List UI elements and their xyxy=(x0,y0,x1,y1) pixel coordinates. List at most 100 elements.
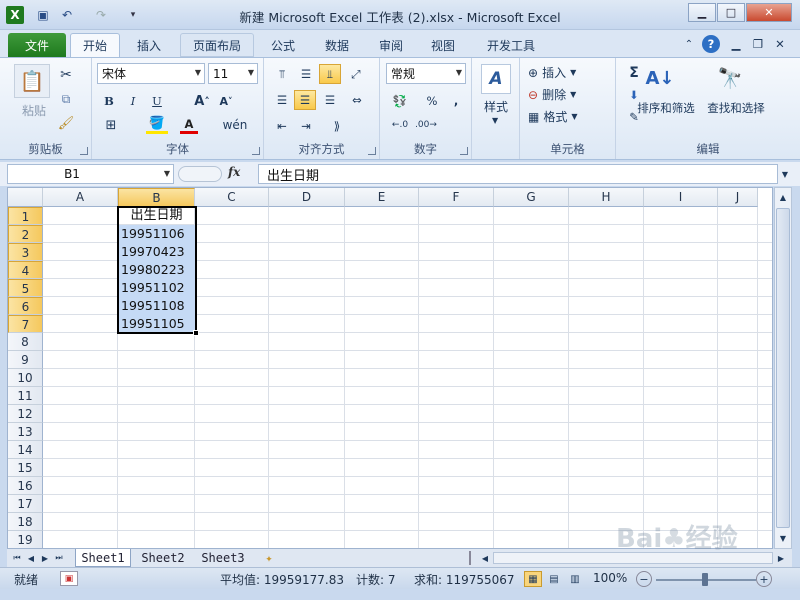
insert-function-icon[interactable]: fx xyxy=(228,165,256,183)
row-header-13[interactable]: 13 xyxy=(8,423,43,441)
close-button[interactable]: ✕ xyxy=(746,3,792,22)
italic-button[interactable]: I xyxy=(124,92,142,110)
prev-sheet-icon[interactable]: ◀ xyxy=(25,551,37,565)
font-color-icon[interactable]: A xyxy=(180,116,198,134)
row-header-19[interactable]: 19 xyxy=(8,531,43,548)
tab-formulas[interactable]: 公式 xyxy=(260,33,306,57)
column-header-F[interactable]: F xyxy=(419,188,494,207)
sort-filter-button[interactable]: 排序和筛选 xyxy=(626,100,706,116)
column-header-J[interactable]: J xyxy=(718,188,758,207)
column-header-I[interactable]: I xyxy=(644,188,718,207)
autosum-icon[interactable]: Σ xyxy=(622,64,646,82)
align-center-icon[interactable]: ☰ xyxy=(294,90,316,110)
row-header-7[interactable]: 7 xyxy=(8,315,43,333)
zoom-out-icon[interactable]: − xyxy=(636,571,652,587)
clipboard-launcher-icon[interactable] xyxy=(80,147,88,155)
cell-B4[interactable]: 19980223 xyxy=(121,261,185,279)
align-right-icon[interactable]: ☰ xyxy=(320,90,340,110)
merge-center-icon[interactable]: ⇔ xyxy=(346,90,368,110)
alignment-launcher-icon[interactable] xyxy=(368,147,376,155)
paste-button-label[interactable]: 粘贴 xyxy=(14,102,54,119)
delete-cells-button[interactable]: ⊖ 删除 ▼ xyxy=(528,86,612,103)
number-format-select[interactable]: 常规 ▼ xyxy=(386,63,466,84)
phonetic-guide-icon[interactable]: wén xyxy=(222,116,248,134)
row-header-17[interactable]: 17 xyxy=(8,495,43,513)
insert-cells-button[interactable]: ⊕ 插入 ▼ xyxy=(528,64,612,81)
workbook-restore-icon[interactable]: ❐ xyxy=(750,36,766,52)
sheet-tab-sheet3[interactable]: Sheet3 xyxy=(195,549,251,567)
tab-view[interactable]: 视图 xyxy=(420,33,466,57)
row-header-9[interactable]: 9 xyxy=(8,351,43,369)
increase-indent-icon[interactable]: ⇥ xyxy=(296,116,316,136)
next-sheet-icon[interactable]: ▶ xyxy=(39,551,51,565)
row-header-18[interactable]: 18 xyxy=(8,513,43,531)
maximize-button[interactable]: □ xyxy=(717,3,745,22)
align-bottom-icon[interactable]: ⫫ xyxy=(319,64,341,84)
normal-view-icon[interactable]: ▦ xyxy=(524,571,542,587)
font-size-select[interactable]: 11 ▼ xyxy=(208,63,258,84)
decrease-decimal-icon[interactable]: .00→ xyxy=(414,116,438,134)
orientation-icon[interactable]: ⤢ xyxy=(346,64,366,84)
tab-data[interactable]: 数据 xyxy=(312,33,362,57)
cell-B5[interactable]: 19951102 xyxy=(121,279,185,297)
last-sheet-icon[interactable]: ⏭ xyxy=(53,551,65,565)
fill-color-icon[interactable]: 🪣 xyxy=(146,116,168,134)
horizontal-scrollbar[interactable] xyxy=(493,552,773,564)
align-middle-icon[interactable]: ☰ xyxy=(296,64,316,84)
workbook-close-icon[interactable]: ✕ xyxy=(772,36,788,52)
borders-icon[interactable]: ⊞ xyxy=(100,116,122,134)
underline-button[interactable]: U xyxy=(148,92,166,110)
cut-icon[interactable]: ✂ xyxy=(56,66,76,84)
styles-icon[interactable]: A xyxy=(481,64,511,94)
row-header-11[interactable]: 11 xyxy=(8,387,43,405)
page-break-view-icon[interactable]: ▥ xyxy=(566,571,584,587)
fill-handle[interactable] xyxy=(193,330,199,336)
row-header-4[interactable]: 4 xyxy=(8,261,43,279)
tab-file[interactable]: 文件 xyxy=(8,33,66,57)
scroll-right-icon[interactable]: ▶ xyxy=(775,551,787,565)
row-header-10[interactable]: 10 xyxy=(8,369,43,387)
row-header-3[interactable]: 3 xyxy=(8,243,43,261)
cell-B2[interactable]: 19951106 xyxy=(121,225,185,243)
column-header-H[interactable]: H xyxy=(569,188,644,207)
find-select-icon[interactable]: 🔭 xyxy=(716,62,744,94)
copy-icon[interactable]: ⧉ xyxy=(56,90,76,108)
styles-button-label[interactable]: 样式 xyxy=(472,98,520,115)
expand-formula-bar-icon[interactable]: ▼ xyxy=(778,165,792,183)
row-header-12[interactable]: 12 xyxy=(8,405,43,423)
format-painter-icon[interactable]: 🖌 xyxy=(56,114,76,132)
column-header-A[interactable]: A xyxy=(43,188,118,207)
paste-icon[interactable]: 📋 xyxy=(14,64,50,98)
scroll-down-icon[interactable]: ▼ xyxy=(776,530,790,546)
grow-font-icon[interactable]: A ˄ xyxy=(192,92,212,110)
cell-B7[interactable]: 19951105 xyxy=(121,315,185,333)
row-header-5[interactable]: 5 xyxy=(8,279,43,297)
shrink-font-icon[interactable]: A ˅ xyxy=(216,92,236,110)
font-name-select[interactable]: 宋体 ▼ xyxy=(97,63,205,84)
tab-developer[interactable]: 开发工具 xyxy=(474,33,548,57)
help-icon[interactable]: ? xyxy=(702,35,720,53)
sheet-tab-sheet1[interactable]: Sheet1 xyxy=(75,549,131,567)
currency-icon[interactable]: 💱 xyxy=(388,92,412,110)
row-header-8[interactable]: 8 xyxy=(8,333,43,351)
decrease-indent-icon[interactable]: ⇤ xyxy=(272,116,292,136)
column-header-C[interactable]: C xyxy=(195,188,269,207)
page-layout-view-icon[interactable]: ▤ xyxy=(545,571,563,587)
bold-button[interactable]: B xyxy=(100,92,118,110)
row-header-16[interactable]: 16 xyxy=(8,477,43,495)
font-launcher-icon[interactable] xyxy=(252,147,260,155)
tab-review[interactable]: 审阅 xyxy=(368,33,414,57)
minimize-button[interactable]: ▁ xyxy=(688,3,716,22)
scroll-up-icon[interactable]: ▲ xyxy=(776,189,790,205)
cell-B3[interactable]: 19970423 xyxy=(121,243,185,261)
find-select-button[interactable]: 查找和选择 xyxy=(696,100,776,116)
comma-style-icon[interactable]: , xyxy=(448,92,464,110)
vertical-scrollbar[interactable]: ▲ ▼ xyxy=(774,187,792,549)
cell-B6[interactable]: 19951108 xyxy=(121,297,185,315)
row-header-14[interactable]: 14 xyxy=(8,441,43,459)
column-header-E[interactable]: E xyxy=(345,188,419,207)
increase-decimal-icon[interactable]: ←.0 xyxy=(388,116,412,134)
column-header-B[interactable]: B xyxy=(118,188,195,207)
select-all-corner[interactable] xyxy=(8,188,43,207)
zoom-in-icon[interactable]: + xyxy=(756,571,772,587)
